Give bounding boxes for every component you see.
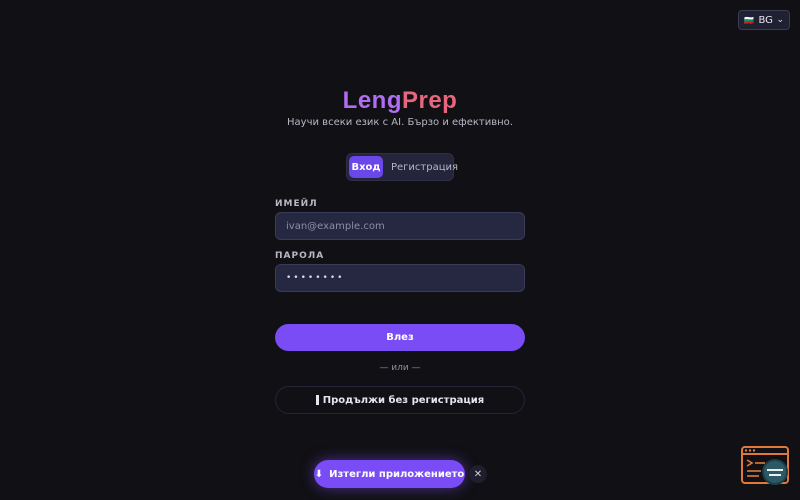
continue-as-guest-button[interactable]: Продължи без регистрация	[275, 386, 525, 414]
password-field[interactable]: ••••••••	[275, 264, 525, 292]
auth-tabs: Вход Регистрация	[346, 153, 458, 181]
close-banner-button[interactable]: ✕	[469, 465, 487, 483]
close-icon: ✕	[473, 468, 483, 480]
or-divider: — или —	[379, 363, 421, 373]
continue-as-guest-label: Продължи без регистрация	[322, 394, 485, 406]
download-app-button[interactable]: ⬇ Изтегли приложението	[314, 460, 465, 488]
guest-icon	[315, 395, 319, 405]
brand-logo-part1: Leng	[342, 87, 402, 114]
flag-icon: 🇧🇬	[744, 15, 754, 25]
brand-logo: LengPrep	[0, 87, 800, 115]
chevron-down-icon: ⌄	[776, 15, 784, 25]
email-field[interactable]: ivan@example.com	[275, 212, 525, 240]
download-app-label: Изтегли приложението	[329, 468, 465, 480]
tab-login[interactable]: Вход	[349, 156, 383, 178]
login-button[interactable]: Влез	[275, 324, 525, 351]
tab-register[interactable]: Регистрация	[385, 156, 464, 178]
tagline: Научи всеки език с AI. Бързо и ефективно…	[287, 117, 513, 128]
language-select[interactable]: 🇧🇬 BG ⌄	[738, 10, 790, 30]
download-icon: ⬇	[314, 468, 324, 480]
email-label: ИМЕЙЛ	[275, 199, 318, 209]
devtools-icon	[741, 446, 789, 485]
brand-logo-part2: Prep	[401, 87, 458, 114]
password-label: ПАРОЛА	[275, 251, 325, 261]
language-select-value: BG	[758, 14, 773, 26]
dev-tools-widget[interactable]	[741, 446, 791, 486]
